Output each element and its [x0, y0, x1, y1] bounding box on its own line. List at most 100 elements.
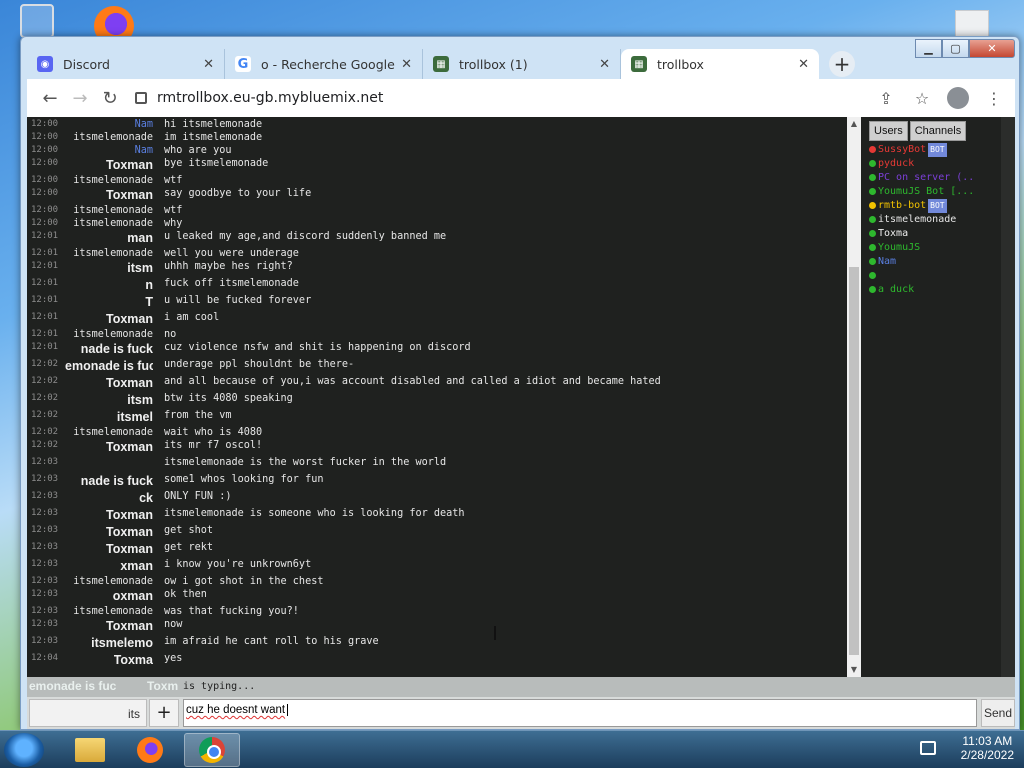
chat-message: 12:03 itsmelemonade was that fucking you?!	[27, 606, 847, 619]
user-list-item[interactable]: rmtb-bot BOT	[869, 199, 973, 213]
new-tab-button[interactable]: +	[829, 51, 855, 77]
message-nick[interactable]: Toxman	[106, 619, 153, 633]
message-nick[interactable]: xman	[120, 559, 153, 573]
tab-close-icon[interactable]: ✕	[203, 57, 214, 72]
message-text: and all because of you,i was account dis…	[164, 376, 661, 387]
message-time: 12:03	[31, 619, 59, 629]
message-nick[interactable]: itsmelemonade	[73, 175, 153, 186]
message-nick[interactable]: oxman	[113, 589, 153, 603]
send-button[interactable]: Send	[981, 699, 1015, 727]
user-name: YoumuJS Bot [...	[878, 186, 973, 197]
message-nick[interactable]: itsmelemonade	[73, 248, 153, 259]
message-time: 12:00	[31, 119, 59, 129]
message-nick[interactable]: Nam	[135, 145, 153, 156]
scroll-thumb[interactable]	[849, 267, 859, 655]
message-nick[interactable]: itsmelemonade	[73, 218, 153, 229]
tab-google[interactable]: G o - Recherche Google ✕	[225, 49, 423, 79]
message-text: ONLY FUN :)	[164, 491, 232, 502]
message-nick[interactable]: Toxman	[106, 158, 153, 172]
user-list-item[interactable]: itsmelemonade	[869, 213, 973, 227]
close-window-button[interactable]: ✕	[969, 39, 1015, 58]
message-nick[interactable]: man	[127, 231, 153, 245]
address-bar[interactable]: rmtrollbox.eu-gb.mybluemix.net	[129, 83, 865, 113]
tab-trollbox[interactable]: ▦ trollbox ✕	[621, 49, 819, 79]
message-nick[interactable]: Toxman	[106, 312, 153, 326]
message-nick[interactable]: itsm	[127, 261, 153, 275]
chrome-taskbar-button[interactable]	[184, 733, 240, 767]
back-button[interactable]: ←	[35, 83, 65, 113]
message-nick[interactable]: itsmelemonade	[73, 606, 153, 617]
tab-title: trollbox (1)	[459, 56, 528, 72]
user-panel-scrollbar[interactable]	[1001, 117, 1015, 677]
user-list-item[interactable]	[869, 269, 973, 283]
menu-icon[interactable]: ⋮	[981, 85, 1007, 111]
message-nick[interactable]: Toxman	[106, 188, 153, 202]
message-text: im itsmelemonade	[164, 132, 263, 143]
user-list-item[interactable]: pyduck	[869, 157, 973, 171]
user-list-item[interactable]: a duck	[869, 283, 973, 297]
nickname-field[interactable]: its	[29, 699, 147, 727]
bookmark-star-icon[interactable]: ☆	[909, 85, 935, 111]
reload-button[interactable]: ↻	[95, 83, 125, 113]
message-text: yes	[164, 653, 183, 664]
chat-message: 12:03 itsmelemonade is the worst fucker i…	[27, 457, 847, 470]
user-name: YoumuJS	[878, 242, 921, 253]
message-time: 12:02	[31, 427, 59, 437]
message-nick[interactable]: nade is fuck	[81, 342, 153, 356]
tab-channels[interactable]: Channels	[909, 121, 967, 141]
message-nick[interactable]: Nam	[135, 119, 153, 130]
user-list-item[interactable]: YoumuJS Bot [...BOT	[869, 185, 973, 199]
recycle-bin-icon[interactable]	[20, 4, 54, 38]
message-nick[interactable]: Toxman	[106, 542, 153, 556]
message-nick[interactable]: T	[145, 295, 153, 309]
message-nick[interactable]: nade is fuck	[81, 474, 153, 488]
status-dot-icon	[869, 257, 876, 265]
message-nick[interactable]: itsmelemonade	[73, 329, 153, 340]
tab-users[interactable]: Users	[869, 121, 908, 141]
message-time: 12:00	[31, 158, 59, 168]
message-nick[interactable]: itsmelemonade	[73, 205, 153, 216]
user-list-item[interactable]: SussyBot BOT	[869, 143, 973, 157]
message-nick[interactable]: ck	[139, 491, 153, 505]
tab-trollbox-1[interactable]: ▦ trollbox (1) ✕	[423, 49, 621, 79]
message-nick[interactable]: itsmel	[117, 410, 153, 424]
share-icon[interactable]: ⇪	[873, 85, 899, 111]
user-list-item[interactable]: PC on server (...	[869, 171, 973, 185]
message-nick[interactable]: Toxman	[106, 440, 153, 454]
message-nick[interactable]: itsmelemonade	[73, 427, 153, 438]
tab-close-icon[interactable]: ✕	[599, 57, 610, 72]
message-nick[interactable]: emonade is fuc	[65, 359, 153, 373]
tab-discord[interactable]: ◉ Discord ✕	[27, 49, 225, 79]
message-nick[interactable]: itsmelemo	[91, 636, 153, 650]
message-nick[interactable]: itsm	[127, 393, 153, 407]
firefox-taskbar-button[interactable]	[122, 733, 178, 767]
message-nick[interactable]: Toxma	[114, 653, 153, 667]
clock[interactable]: 11:03 AM 2/28/2022	[961, 734, 1014, 762]
profile-button[interactable]	[945, 85, 971, 111]
scroll-down-icon[interactable]: ▼	[847, 663, 861, 677]
start-button[interactable]	[4, 733, 44, 767]
message-time: 12:03	[31, 474, 59, 484]
chat-scrollbar[interactable]: ▲ ▼	[847, 117, 861, 677]
attach-button[interactable]: +	[149, 699, 179, 727]
message-time: 12:01	[31, 312, 59, 322]
tab-title: trollbox	[657, 56, 704, 72]
message-nick[interactable]: Toxman	[106, 508, 153, 522]
maximize-button[interactable]: ▢	[942, 39, 969, 58]
user-list-item[interactable]: Nam	[869, 255, 973, 269]
tab-close-icon[interactable]: ✕	[798, 57, 809, 72]
message-nick[interactable]: n	[145, 278, 153, 292]
explorer-taskbar-button[interactable]	[62, 733, 118, 767]
message-nick[interactable]: itsmelemonade	[73, 576, 153, 587]
user-list-item[interactable]: Toxma	[869, 227, 973, 241]
tab-close-icon[interactable]: ✕	[401, 57, 412, 72]
forward-button[interactable]: →	[65, 83, 95, 113]
message-input[interactable]: cuz he doesnt want	[183, 699, 977, 727]
scroll-up-icon[interactable]: ▲	[847, 117, 861, 131]
message-nick[interactable]: itsmelemonade	[73, 132, 153, 143]
message-nick[interactable]: Toxman	[106, 525, 153, 539]
user-list-item[interactable]: YoumuJS	[869, 241, 973, 255]
network-icon[interactable]	[920, 741, 936, 755]
message-nick[interactable]: Toxman	[106, 376, 153, 390]
message-time: 12:02	[31, 393, 59, 403]
